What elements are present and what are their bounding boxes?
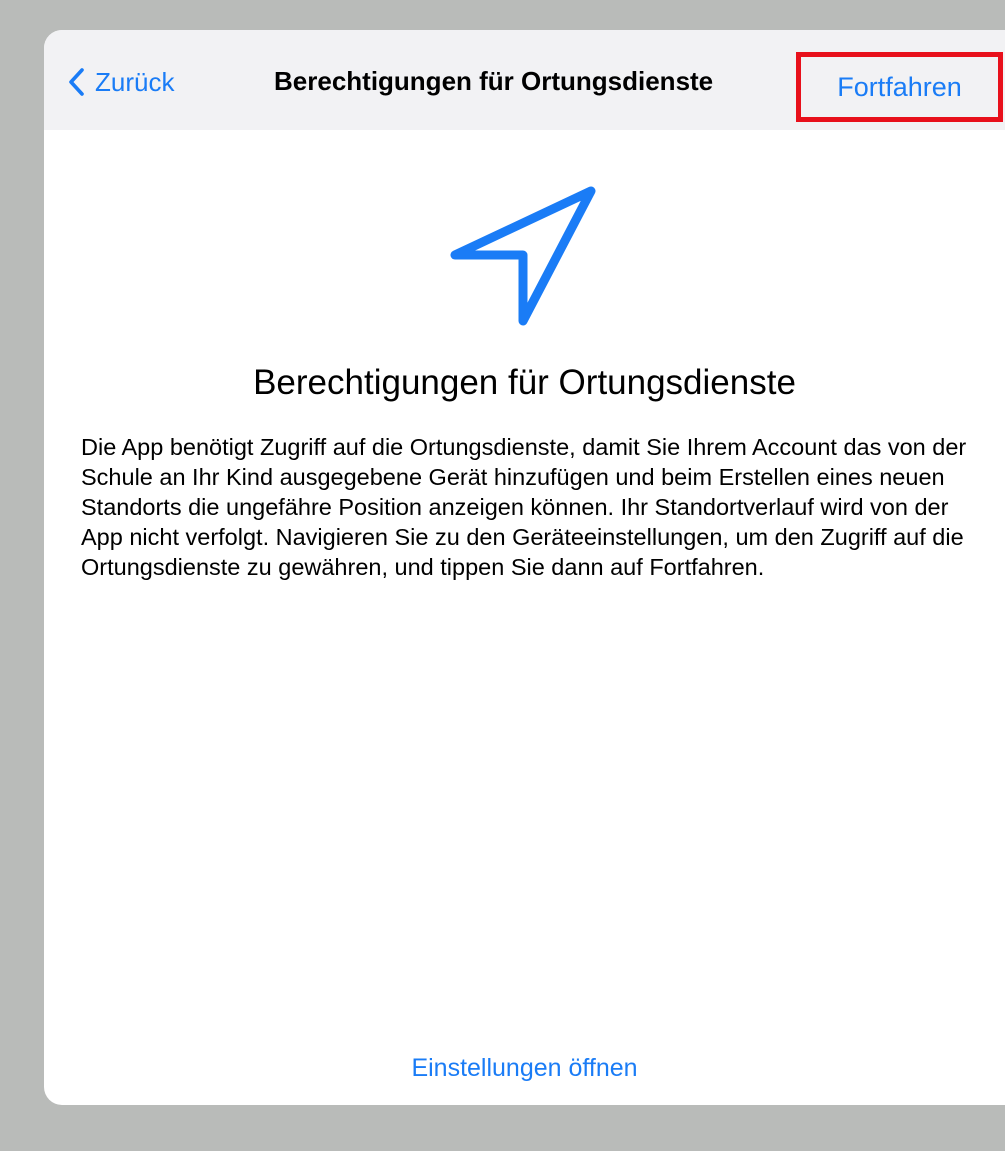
back-button[interactable]: Zurück xyxy=(66,64,174,100)
navigation-bar: Zurück Berechtigungen für Ortungsdienste… xyxy=(44,30,1005,130)
continue-label: Fortfahren xyxy=(837,71,962,102)
chevron-left-icon xyxy=(66,67,86,97)
nav-title: Berechtigungen für Ortungsdienste xyxy=(274,66,714,96)
page-heading: Berechtigungen für Ortungsdienste xyxy=(253,363,796,402)
open-settings-button[interactable]: Einstellungen öffnen xyxy=(411,1054,637,1082)
permission-description: Die App benötigt Zugriff auf die Ortungs… xyxy=(81,434,967,580)
location-permission-sheet: Zurück Berechtigungen für Ortungsdienste… xyxy=(44,30,1005,1105)
open-settings-row: Einstellungen öffnen xyxy=(44,1054,1005,1083)
back-label: Zurück xyxy=(95,66,175,97)
continue-button[interactable]: Fortfahren xyxy=(796,52,1003,122)
location-arrow-icon xyxy=(445,175,615,335)
